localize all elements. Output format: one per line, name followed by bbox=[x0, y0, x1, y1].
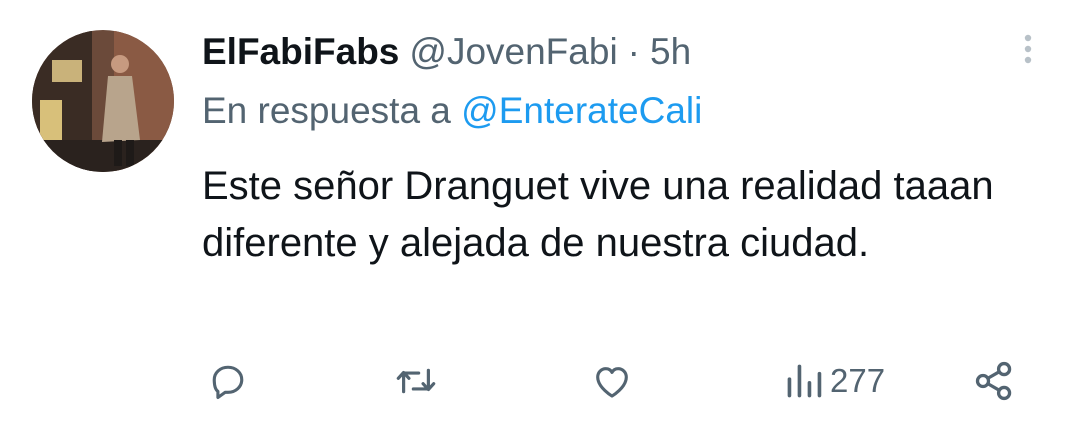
user-handle[interactable]: @JovenFabi bbox=[409, 31, 617, 73]
tweet-actions: 277 bbox=[0, 355, 1080, 411]
reply-prefix: En respuesta a bbox=[202, 90, 451, 131]
timestamp[interactable]: 5h bbox=[650, 31, 691, 73]
separator: · bbox=[627, 31, 640, 72]
reply-mention-link[interactable]: @EnterateCali bbox=[461, 90, 702, 131]
like-icon bbox=[596, 367, 628, 398]
reply-icon bbox=[212, 365, 244, 400]
tweet-text: Este señor Dranguet vive una realidad ta… bbox=[202, 164, 994, 265]
retweet-button[interactable] bbox=[393, 355, 439, 407]
reply-context: En respuesta a @EnterateCali bbox=[202, 90, 702, 132]
reply-button[interactable] bbox=[206, 355, 250, 407]
share-icon bbox=[975, 361, 1012, 401]
share-button[interactable] bbox=[972, 355, 1016, 407]
views-button[interactable]: 277 bbox=[784, 355, 885, 407]
display-name[interactable]: ElFabiFabs bbox=[202, 31, 399, 73]
views-count: 277 bbox=[830, 362, 886, 399]
avatar[interactable] bbox=[32, 30, 174, 172]
views-icon bbox=[787, 364, 822, 398]
more-options-icon[interactable] bbox=[1018, 30, 1038, 70]
retweet-icon bbox=[396, 368, 436, 394]
tweet-header: ElFabiFabs @JovenFabi · 5h bbox=[202, 26, 691, 78]
like-button[interactable] bbox=[590, 355, 634, 407]
